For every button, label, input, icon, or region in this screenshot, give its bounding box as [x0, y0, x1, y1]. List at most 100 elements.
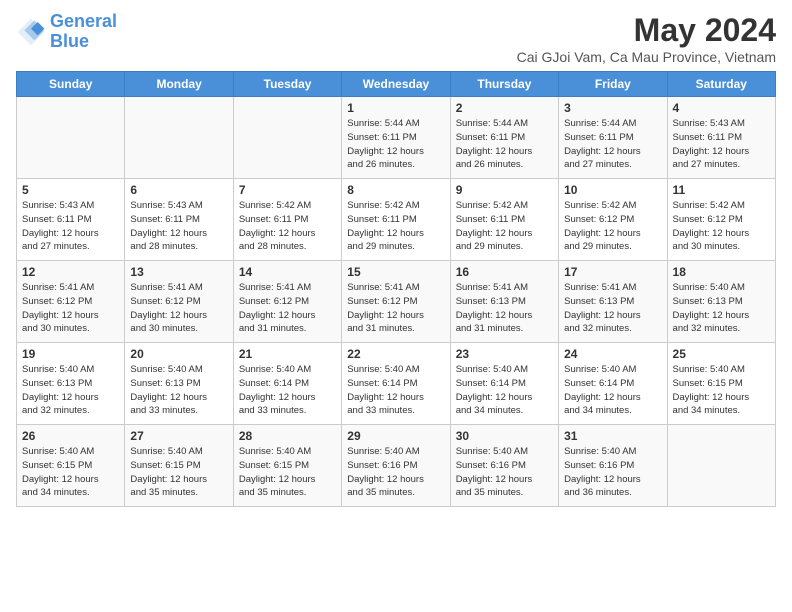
day-number: 20 [130, 347, 227, 361]
day-info: Sunrise: 5:43 AM Sunset: 6:11 PM Dayligh… [673, 117, 770, 172]
calendar-cell: 17 Sunrise: 5:41 AM Sunset: 6:13 PM Dayli… [559, 261, 667, 343]
calendar-cell: 28Sunrise: 5:40 AM Sunset: 6:15 PM Dayli… [233, 425, 341, 507]
day-info: Sunrise: 5:40 AM Sunset: 6:16 PM Dayligh… [456, 445, 553, 500]
day-number: 7 [239, 183, 336, 197]
calendar-cell: 5 Sunrise: 5:43 AM Sunset: 6:11 PM Daylig… [17, 179, 125, 261]
logo: General Blue [16, 12, 117, 52]
day-info: Sunrise: 5:41 AM Sunset: 6:13 PM Dayligh… [564, 281, 661, 336]
day-number: 31 [564, 429, 661, 443]
week-row-2: 5 Sunrise: 5:43 AM Sunset: 6:11 PM Daylig… [17, 179, 776, 261]
day-number: 30 [456, 429, 553, 443]
day-number: 13 [130, 265, 227, 279]
calendar-cell: 10Sunrise: 5:42 AM Sunset: 6:12 PM Dayli… [559, 179, 667, 261]
header-thursday: Thursday [450, 72, 558, 97]
day-info: Sunrise: 5:42 AM Sunset: 6:11 PM Dayligh… [239, 199, 336, 254]
calendar-cell: 31 Sunrise: 5:40 AM Sunset: 6:16 PM Dayli… [559, 425, 667, 507]
day-number: 8 [347, 183, 444, 197]
day-info: Sunrise: 5:40 AM Sunset: 6:16 PM Dayligh… [347, 445, 444, 500]
calendar-cell: 22 Sunrise: 5:40 AM Sunset: 6:14 PM Dayli… [342, 343, 450, 425]
weekday-header-row: Sunday Monday Tuesday Wednesday Thursday… [17, 72, 776, 97]
calendar-cell: 1 Sunrise: 5:44 AM Sunset: 6:11 PM Daylig… [342, 97, 450, 179]
day-number: 18 [673, 265, 770, 279]
day-info: Sunrise: 5:40 AM Sunset: 6:15 PM Dayligh… [22, 445, 119, 500]
page: General Blue May 2024 Cai GJoi Vam, Ca M… [0, 0, 792, 612]
calendar-cell: 16 Sunrise: 5:41 AM Sunset: 6:13 PM Dayli… [450, 261, 558, 343]
calendar-cell: 3 Sunrise: 5:44 AM Sunset: 6:11 PM Daylig… [559, 97, 667, 179]
day-number: 29 [347, 429, 444, 443]
day-info: Sunrise: 5:40 AM Sunset: 6:14 PM Dayligh… [456, 363, 553, 418]
day-info: Sunrise: 5:44 AM Sunset: 6:11 PM Dayligh… [456, 117, 553, 172]
calendar-cell: 8 Sunrise: 5:42 AM Sunset: 6:11 PM Daylig… [342, 179, 450, 261]
day-info: Sunrise: 5:42 AM Sunset: 6:12 PM Dayligh… [673, 199, 770, 254]
header-monday: Monday [125, 72, 233, 97]
day-info: Sunrise: 5:44 AM Sunset: 6:11 PM Dayligh… [347, 117, 444, 172]
calendar-cell: 19 Sunrise: 5:40 AM Sunset: 6:13 PM Dayli… [17, 343, 125, 425]
logo-general: General [50, 11, 117, 31]
day-number: 15 [347, 265, 444, 279]
calendar-cell: 4 Sunrise: 5:43 AM Sunset: 6:11 PM Daylig… [667, 97, 775, 179]
day-info: Sunrise: 5:41 AM Sunset: 6:12 PM Dayligh… [347, 281, 444, 336]
day-number: 2 [456, 101, 553, 115]
calendar-cell: 18 Sunrise: 5:40 AM Sunset: 6:13 PM Dayli… [667, 261, 775, 343]
day-info: Sunrise: 5:41 AM Sunset: 6:12 PM Dayligh… [239, 281, 336, 336]
calendar-header: Sunday Monday Tuesday Wednesday Thursday… [17, 72, 776, 97]
day-number: 27 [130, 429, 227, 443]
calendar-cell: 21Sunrise: 5:40 AM Sunset: 6:14 PM Dayli… [233, 343, 341, 425]
day-number: 17 [564, 265, 661, 279]
main-title: May 2024 [517, 12, 776, 49]
calendar-cell: 24Sunrise: 5:40 AM Sunset: 6:14 PM Dayli… [559, 343, 667, 425]
calendar-cell: 20Sunrise: 5:40 AM Sunset: 6:13 PM Dayli… [125, 343, 233, 425]
calendar-cell: 30 Sunrise: 5:40 AM Sunset: 6:16 PM Dayli… [450, 425, 558, 507]
calendar-body: 1 Sunrise: 5:44 AM Sunset: 6:11 PM Daylig… [17, 97, 776, 507]
day-number: 26 [22, 429, 119, 443]
header-friday: Friday [559, 72, 667, 97]
calendar-cell: 6 Sunrise: 5:43 AM Sunset: 6:11 PM Daylig… [125, 179, 233, 261]
title-block: May 2024 Cai GJoi Vam, Ca Mau Province, … [517, 12, 776, 65]
day-info: Sunrise: 5:43 AM Sunset: 6:11 PM Dayligh… [130, 199, 227, 254]
header: General Blue May 2024 Cai GJoi Vam, Ca M… [16, 12, 776, 65]
day-number: 6 [130, 183, 227, 197]
calendar-cell: 11Sunrise: 5:42 AM Sunset: 6:12 PM Dayli… [667, 179, 775, 261]
day-number: 22 [347, 347, 444, 361]
day-info: Sunrise: 5:42 AM Sunset: 6:11 PM Dayligh… [456, 199, 553, 254]
calendar-cell: 13Sunrise: 5:41 AM Sunset: 6:12 PM Dayli… [125, 261, 233, 343]
day-info: Sunrise: 5:41 AM Sunset: 6:13 PM Dayligh… [456, 281, 553, 336]
calendar-cell: 7 Sunrise: 5:42 AM Sunset: 6:11 PM Daylig… [233, 179, 341, 261]
calendar-cell: 2 Sunrise: 5:44 AM Sunset: 6:11 PM Daylig… [450, 97, 558, 179]
day-number: 28 [239, 429, 336, 443]
day-info: Sunrise: 5:40 AM Sunset: 6:14 PM Dayligh… [347, 363, 444, 418]
logo-text: General Blue [50, 12, 117, 52]
calendar-cell: 15 Sunrise: 5:41 AM Sunset: 6:12 PM Dayli… [342, 261, 450, 343]
week-row-5: 26 Sunrise: 5:40 AM Sunset: 6:15 PM Dayli… [17, 425, 776, 507]
day-number: 4 [673, 101, 770, 115]
day-info: Sunrise: 5:40 AM Sunset: 6:15 PM Dayligh… [673, 363, 770, 418]
day-number: 10 [564, 183, 661, 197]
day-number: 5 [22, 183, 119, 197]
header-saturday: Saturday [667, 72, 775, 97]
day-number: 1 [347, 101, 444, 115]
week-row-1: 1 Sunrise: 5:44 AM Sunset: 6:11 PM Daylig… [17, 97, 776, 179]
calendar-cell: 14 Sunrise: 5:41 AM Sunset: 6:12 PM Dayli… [233, 261, 341, 343]
day-number: 16 [456, 265, 553, 279]
day-info: Sunrise: 5:40 AM Sunset: 6:13 PM Dayligh… [22, 363, 119, 418]
day-number: 19 [22, 347, 119, 361]
day-info: Sunrise: 5:40 AM Sunset: 6:16 PM Dayligh… [564, 445, 661, 500]
subtitle: Cai GJoi Vam, Ca Mau Province, Vietnam [517, 49, 776, 65]
calendar-cell: 25Sunrise: 5:40 AM Sunset: 6:15 PM Dayli… [667, 343, 775, 425]
header-tuesday: Tuesday [233, 72, 341, 97]
calendar-cell: 26 Sunrise: 5:40 AM Sunset: 6:15 PM Dayli… [17, 425, 125, 507]
day-info: Sunrise: 5:42 AM Sunset: 6:11 PM Dayligh… [347, 199, 444, 254]
day-info: Sunrise: 5:40 AM Sunset: 6:14 PM Dayligh… [239, 363, 336, 418]
day-number: 23 [456, 347, 553, 361]
week-row-4: 19 Sunrise: 5:40 AM Sunset: 6:13 PM Dayli… [17, 343, 776, 425]
header-wednesday: Wednesday [342, 72, 450, 97]
logo-icon [16, 17, 46, 47]
day-info: Sunrise: 5:40 AM Sunset: 6:13 PM Dayligh… [673, 281, 770, 336]
header-sunday: Sunday [17, 72, 125, 97]
day-info: Sunrise: 5:43 AM Sunset: 6:11 PM Dayligh… [22, 199, 119, 254]
day-number: 3 [564, 101, 661, 115]
calendar-cell [233, 97, 341, 179]
calendar-cell [667, 425, 775, 507]
day-info: Sunrise: 5:44 AM Sunset: 6:11 PM Dayligh… [564, 117, 661, 172]
day-number: 14 [239, 265, 336, 279]
